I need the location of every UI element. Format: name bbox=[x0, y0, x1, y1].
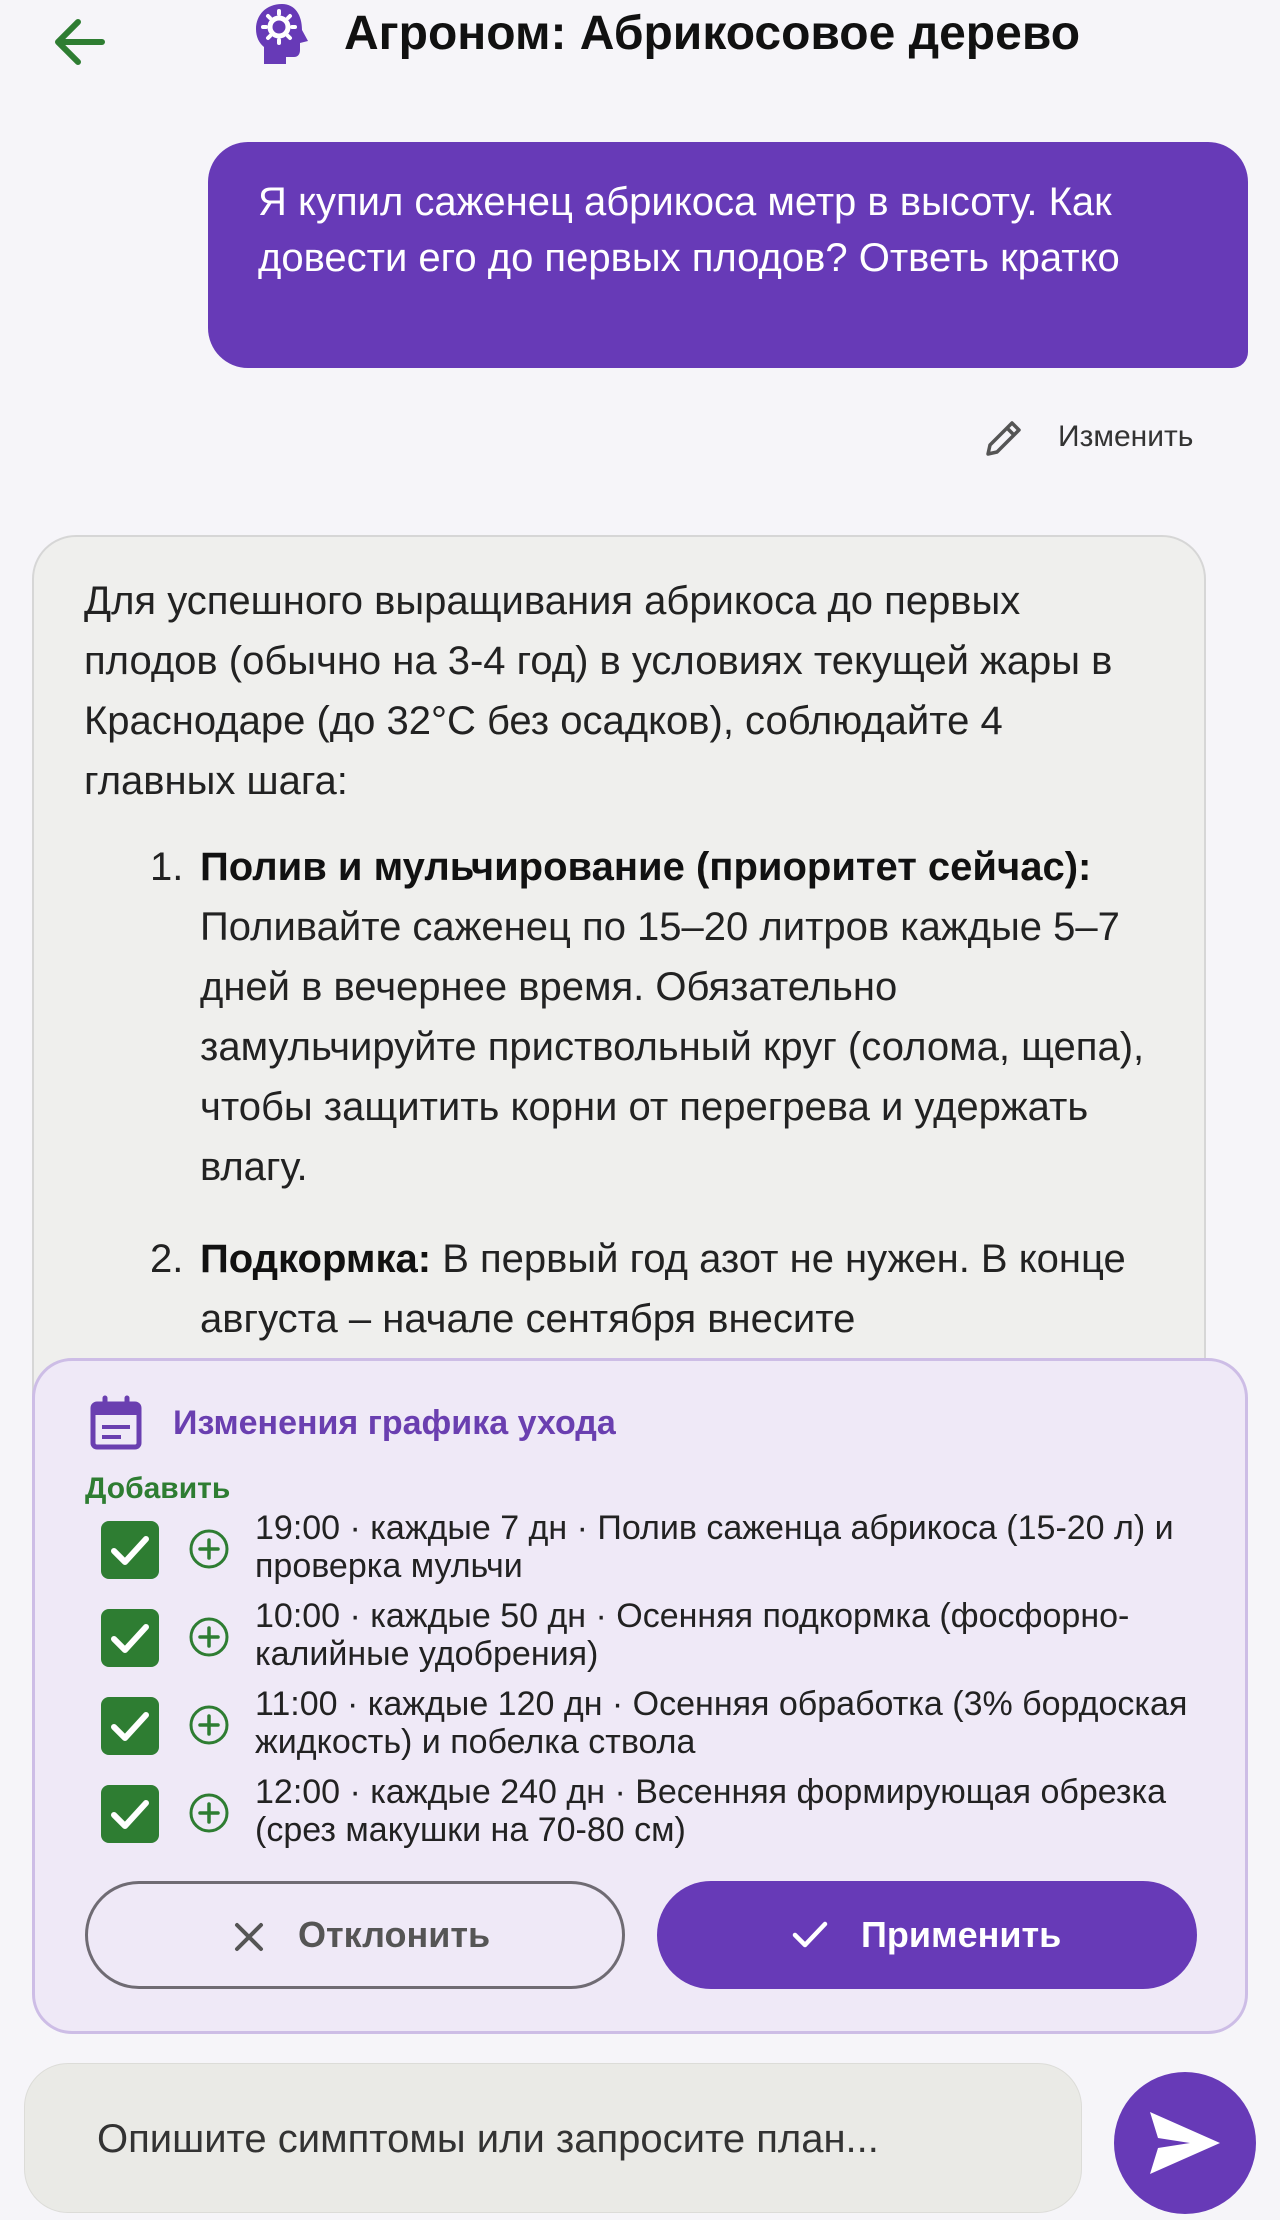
assistant-steps-list: 1. Полив и мульчирование (приоритет сейч… bbox=[114, 837, 1174, 1381]
list-item-text: Поливайте саженец по 15–20 литров каждые… bbox=[200, 905, 1145, 1189]
checkmark-icon bbox=[111, 1800, 149, 1829]
head-gear-icon bbox=[256, 4, 308, 64]
list-item-number: 1. bbox=[150, 845, 184, 889]
schedule-item: 19:00 · каждые 7 дн · Полив саженца абри… bbox=[101, 1509, 1221, 1597]
list-item-heading: Подкормка: bbox=[200, 1237, 432, 1281]
send-button[interactable] bbox=[1114, 2072, 1256, 2214]
checkmark-icon bbox=[792, 1921, 828, 1948]
list-item-heading: Полив и мульчирование (приоритет сейчас)… bbox=[200, 845, 1092, 889]
checkmark-icon bbox=[111, 1624, 149, 1653]
schedule-items: 19:00 · каждые 7 дн · Полив саженца абри… bbox=[101, 1509, 1221, 1861]
add-circle-icon bbox=[189, 1617, 229, 1657]
list-item-number: 2. bbox=[150, 1237, 184, 1281]
list-item: 1. Полив и мульчирование (приоритет сейч… bbox=[114, 837, 1174, 1197]
message-input-placeholder: Опишите симптомы или запросите план... bbox=[97, 2117, 879, 2161]
schedule-item: 10:00 · каждые 50 дн · Осенняя подкормка… bbox=[101, 1597, 1221, 1685]
checkmark-icon bbox=[111, 1536, 149, 1565]
checkbox[interactable] bbox=[101, 1609, 159, 1667]
reject-button-label: Отклонить bbox=[298, 1914, 491, 1955]
add-circle-icon bbox=[189, 1529, 229, 1569]
checkbox[interactable] bbox=[101, 1785, 159, 1843]
user-message-text: Я купил саженец абрикоса метр в высоту. … bbox=[258, 180, 1120, 280]
schedule-item-text: 11:00 · каждые 120 дн · Осенняя обработк… bbox=[255, 1685, 1188, 1761]
pencil-icon bbox=[986, 421, 1021, 456]
checkbox[interactable] bbox=[101, 1697, 159, 1755]
apply-button-label: Применить bbox=[861, 1914, 1062, 1955]
send-icon bbox=[1150, 2112, 1220, 2174]
checkbox[interactable] bbox=[101, 1521, 159, 1579]
page-title: Агроном: Абрикосовое дерево bbox=[344, 7, 1081, 60]
assistant-intro-text: Для успешного выращивания абрикоса до пе… bbox=[84, 579, 1113, 803]
schedule-item: 11:00 · каждые 120 дн · Осенняя обработк… bbox=[101, 1685, 1221, 1773]
schedule-changes-card: Изменения графика ухода Добавить 19:00 ·… bbox=[32, 1358, 1248, 2034]
schedule-item-text: 19:00 · каждые 7 дн · Полив саженца абри… bbox=[255, 1509, 1174, 1585]
schedule-item-text: 10:00 · каждые 50 дн · Осенняя подкормка… bbox=[255, 1597, 1130, 1673]
close-icon bbox=[235, 1923, 263, 1951]
message-input[interactable]: Опишите симптомы или запросите план... bbox=[24, 2063, 1082, 2213]
reject-button[interactable]: Отклонить bbox=[85, 1881, 625, 1989]
arrow-left-icon[interactable] bbox=[44, 6, 116, 78]
add-section-label: Добавить bbox=[85, 1472, 231, 1505]
add-circle-icon bbox=[189, 1705, 229, 1745]
add-circle-icon bbox=[189, 1793, 229, 1833]
schedule-item-text: 12:00 · каждые 240 дн · Весенняя формиру… bbox=[255, 1773, 1167, 1849]
checkmark-icon bbox=[111, 1712, 149, 1741]
card-title: Изменения графика ухода bbox=[173, 1404, 616, 1442]
apply-button[interactable]: Применить bbox=[657, 1881, 1197, 1989]
edit-label: Изменить bbox=[1058, 420, 1194, 453]
schedule-item: 12:00 · каждые 240 дн · Весенняя формиру… bbox=[101, 1773, 1221, 1861]
calendar-icon bbox=[90, 1395, 142, 1450]
list-item: 2. Подкормка: В первый год азот не нужен… bbox=[114, 1229, 1174, 1349]
user-message-bubble: Я купил саженец абрикоса метр в высоту. … bbox=[208, 142, 1248, 368]
top-app-bar: Агроном: Абрикосовое дерево bbox=[0, 0, 1280, 120]
